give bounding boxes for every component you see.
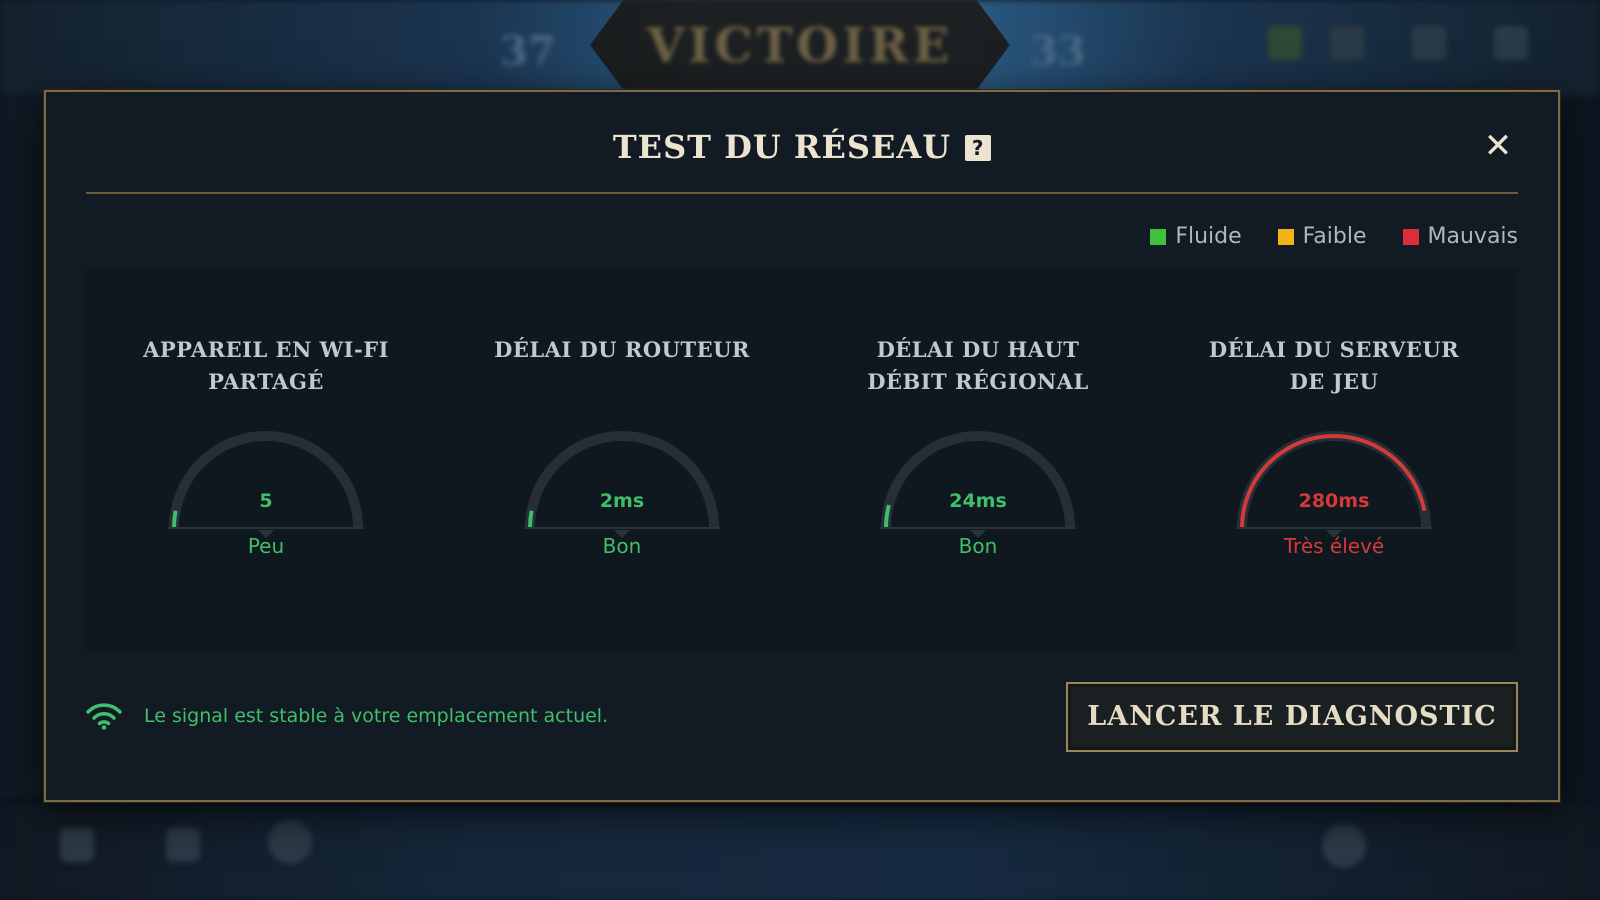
gauge-status: Très élevé [1283,534,1385,558]
gauge-status: Peu [247,534,285,558]
wifi-icon [86,703,122,730]
metric-regional-broadband-delay: DÉLAI DU HAUT DÉBIT RÉGIONAL 24ms Bon [800,268,1156,650]
legend-item-fluide: Fluide [1150,224,1242,249]
network-test-modal: TEST DU RÉSEAU? ✕ Fluide Faible Mauvais … [44,90,1560,802]
gauge [512,416,732,540]
run-diagnostic-button[interactable]: LANCER LE DIAGNOSTIC [1066,682,1518,752]
legend-item-faible: Faible [1277,224,1367,249]
metric-game-server-delay: DÉLAI DU SERVEUR DE JEU 280ms Très élevé [1156,268,1512,650]
metric-title: DÉLAI DU SERVEUR DE JEU [1208,337,1460,394]
gauge-fill [1240,434,1427,529]
victory-banner-text: VICTOIRE [646,18,954,74]
gauge-svg [880,431,1076,529]
gauge-value: 280ms [1298,490,1370,512]
modal-title: TEST DU RÉSEAU [612,128,952,166]
background-sidebar [0,96,48,796]
gauge-value: 5 [259,490,273,512]
legend-label: Fluide [1175,224,1242,249]
score-left: 37 [500,28,556,75]
metric-wifi-devices: APPAREIL EN WI-FI PARTAGÉ 5 Peu [88,268,444,650]
gauge-fill [528,510,534,529]
legend-swatch-yellow [1277,228,1294,245]
modal-title-row: TEST DU RÉSEAU? [86,128,1518,166]
gauge-track [881,431,1075,529]
bg-status-icon [1268,26,1302,60]
bg-profile-icon [1494,26,1528,60]
gauge [156,416,376,540]
gauge-status: Bon [958,534,998,558]
close-icon[interactable]: ✕ [1478,126,1518,166]
score-right: 33 [1030,28,1086,75]
legend-swatch-red [1402,228,1419,245]
help-icon[interactable]: ? [965,135,992,161]
gauge [1224,416,1444,540]
gauge-svg [1236,431,1432,529]
bg-chat-icon [1330,26,1364,60]
signal-status-text: Le signal est stable à votre emplacement… [144,705,609,727]
bg-avatar-icon [268,820,312,864]
metric-title: APPAREIL EN WI-FI PARTAGÉ [143,337,389,394]
gauge-svg [524,431,720,529]
legend-swatch-green [1150,228,1167,245]
metrics-panel: APPAREIL EN WI-FI PARTAGÉ 5 Peu DÉLAI DU… [86,268,1518,650]
gauge-value: 2ms [599,490,645,512]
gauge [868,416,1088,540]
gauge-track [525,431,719,529]
legend: Fluide Faible Mauvais [1150,224,1518,249]
signal-status: Le signal est stable à votre emplacement… [86,702,608,730]
legend-item-mauvais: Mauvais [1402,224,1518,249]
gauge-value: 24ms [949,490,1007,512]
gauge-status: Bon [602,534,642,558]
modal-header: TEST DU RÉSEAU? ✕ [86,92,1518,194]
legend-label: Faible [1302,224,1367,249]
metric-router-delay: DÉLAI DU ROUTEUR 2ms Bon [444,268,800,650]
metric-title: DÉLAI DU ROUTEUR [494,337,750,362]
bg-home-icon [1322,824,1366,868]
bg-stats-icon [166,828,200,862]
legend-label: Mauvais [1427,224,1518,249]
gauge-track [169,431,363,529]
bg-graph-icon [60,828,94,862]
gauge-fill [172,510,178,529]
gauge-svg [168,431,364,529]
bg-warning-icon [1412,26,1446,60]
gauge-track [1237,431,1431,529]
metric-title: DÉLAI DU HAUT DÉBIT RÉGIONAL [867,337,1089,394]
